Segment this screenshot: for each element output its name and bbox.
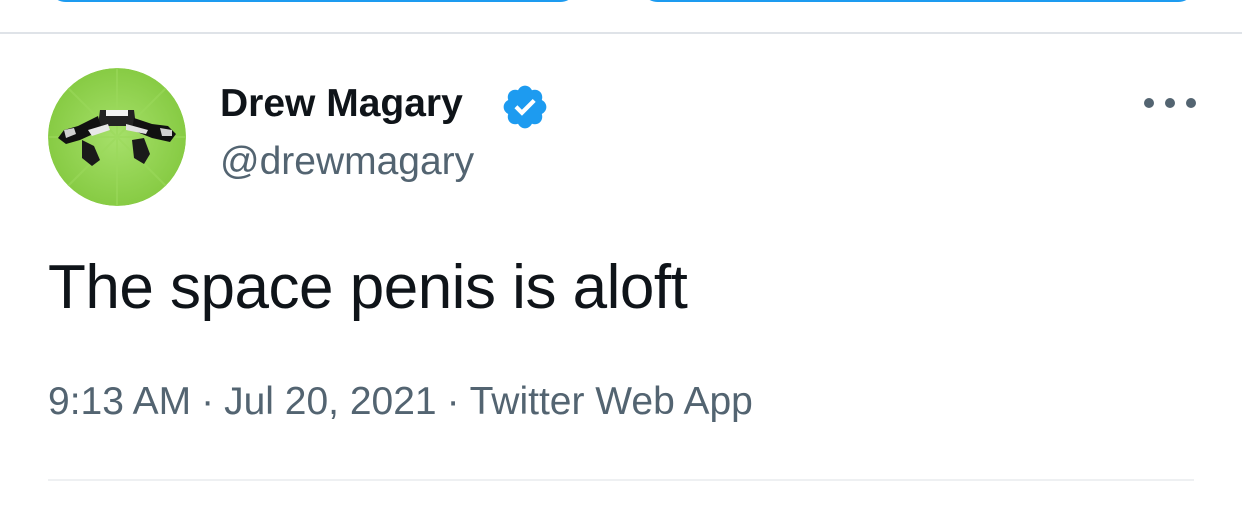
author-name[interactable]: Drew Magary	[220, 82, 463, 126]
more-dot	[1165, 98, 1175, 108]
tweet-source[interactable]: Twitter Web App	[470, 380, 753, 423]
tweet-time[interactable]: 9:13 AM	[48, 380, 191, 423]
bottom-divider	[48, 479, 1194, 481]
more-options-icon[interactable]	[1144, 88, 1196, 118]
tweet-meta: 9:13 AM · Jul 20, 2021 · Twitter Web App	[48, 380, 753, 424]
top-divider	[0, 32, 1242, 34]
more-dot	[1144, 98, 1154, 108]
more-dot	[1186, 98, 1196, 108]
avatar[interactable]	[48, 68, 186, 206]
tweet-text: The space penis is aloft	[48, 253, 688, 322]
meta-separator: ·	[446, 380, 460, 423]
avatar-image	[48, 68, 186, 206]
tweet-detail-view: Drew Magary @drewmagary The space penis …	[0, 0, 1242, 511]
author-handle[interactable]: @drewmagary	[220, 140, 474, 184]
top-right-button[interactable]	[640, 0, 1196, 2]
tweet-date[interactable]: Jul 20, 2021	[224, 380, 437, 423]
top-left-button[interactable]	[48, 0, 578, 2]
verified-badge-icon	[500, 82, 550, 132]
meta-separator: ·	[201, 380, 215, 423]
